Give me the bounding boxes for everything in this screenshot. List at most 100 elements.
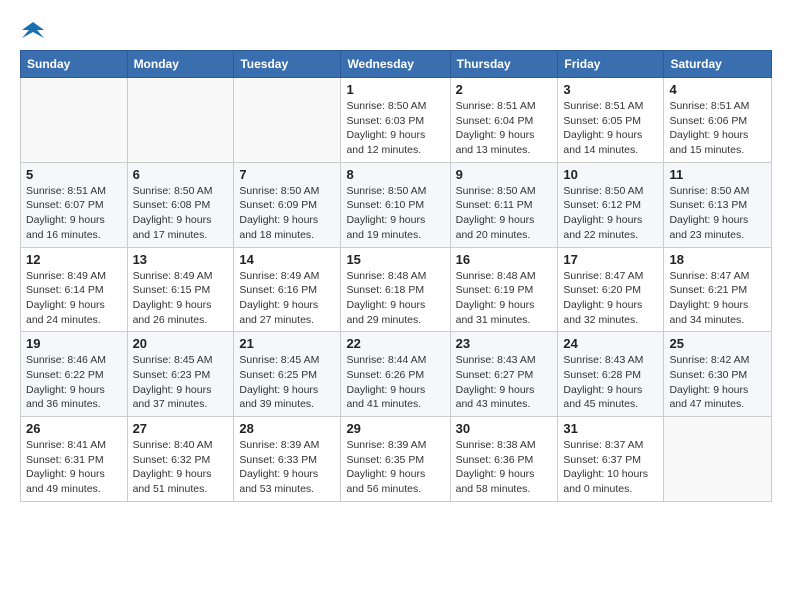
- day-number: 13: [133, 252, 229, 267]
- day-cell: 16 Sunrise: 8:48 AMSunset: 6:19 PMDayligh…: [450, 247, 558, 332]
- day-number: 27: [133, 421, 229, 436]
- day-detail: Sunrise: 8:50 AMSunset: 6:11 PMDaylight:…: [456, 184, 553, 243]
- weekday-header-wednesday: Wednesday: [341, 51, 450, 78]
- logo: [20, 20, 44, 42]
- weekday-header-friday: Friday: [558, 51, 664, 78]
- day-cell: 1 Sunrise: 8:50 AMSunset: 6:03 PMDaylight…: [341, 78, 450, 163]
- day-number: 6: [133, 167, 229, 182]
- day-number: 19: [26, 336, 122, 351]
- day-detail: Sunrise: 8:51 AMSunset: 6:07 PMDaylight:…: [26, 184, 122, 243]
- day-detail: Sunrise: 8:40 AMSunset: 6:32 PMDaylight:…: [133, 438, 229, 497]
- day-number: 24: [563, 336, 658, 351]
- day-cell: 3 Sunrise: 8:51 AMSunset: 6:05 PMDaylight…: [558, 78, 664, 163]
- day-number: 8: [346, 167, 444, 182]
- weekday-header-sunday: Sunday: [21, 51, 128, 78]
- day-detail: Sunrise: 8:50 AMSunset: 6:10 PMDaylight:…: [346, 184, 444, 243]
- day-cell: 29 Sunrise: 8:39 AMSunset: 6:35 PMDayligh…: [341, 417, 450, 502]
- day-cell: 22 Sunrise: 8:44 AMSunset: 6:26 PMDayligh…: [341, 332, 450, 417]
- day-number: 1: [346, 82, 444, 97]
- logo-text: [20, 20, 44, 42]
- day-detail: Sunrise: 8:50 AMSunset: 6:12 PMDaylight:…: [563, 184, 658, 243]
- weekday-header-row: SundayMondayTuesdayWednesdayThursdayFrid…: [21, 51, 772, 78]
- day-cell: 26 Sunrise: 8:41 AMSunset: 6:31 PMDayligh…: [21, 417, 128, 502]
- day-detail: Sunrise: 8:47 AMSunset: 6:21 PMDaylight:…: [669, 269, 766, 328]
- day-cell: 8 Sunrise: 8:50 AMSunset: 6:10 PMDaylight…: [341, 162, 450, 247]
- day-cell: 4 Sunrise: 8:51 AMSunset: 6:06 PMDaylight…: [664, 78, 772, 163]
- day-number: 3: [563, 82, 658, 97]
- day-number: 28: [239, 421, 335, 436]
- day-cell: 13Sunrise: 8:49 AMSunset: 6:15 PMDayligh…: [127, 247, 234, 332]
- day-number: 18: [669, 252, 766, 267]
- day-cell: 23 Sunrise: 8:43 AMSunset: 6:27 PMDayligh…: [450, 332, 558, 417]
- day-detail: Sunrise: 8:49 AMSunset: 6:14 PMDaylight:…: [26, 269, 122, 328]
- week-row-1: 1 Sunrise: 8:50 AMSunset: 6:03 PMDaylight…: [21, 78, 772, 163]
- day-detail: Sunrise: 8:39 AMSunset: 6:35 PMDaylight:…: [346, 438, 444, 497]
- day-cell: 2Sunrise: 8:51 AMSunset: 6:04 PMDaylight…: [450, 78, 558, 163]
- day-number: 15: [346, 252, 444, 267]
- day-number: 5: [26, 167, 122, 182]
- day-cell: 14Sunrise: 8:49 AMSunset: 6:16 PMDayligh…: [234, 247, 341, 332]
- day-cell: 18 Sunrise: 8:47 AMSunset: 6:21 PMDayligh…: [664, 247, 772, 332]
- week-row-3: 12 Sunrise: 8:49 AMSunset: 6:14 PMDayligh…: [21, 247, 772, 332]
- day-detail: Sunrise: 8:51 AMSunset: 6:06 PMDaylight:…: [669, 99, 766, 158]
- calendar: SundayMondayTuesdayWednesdayThursdayFrid…: [20, 50, 772, 502]
- day-number: 4: [669, 82, 766, 97]
- day-number: 14: [239, 252, 335, 267]
- day-number: 7: [239, 167, 335, 182]
- day-number: 29: [346, 421, 444, 436]
- day-detail: Sunrise: 8:50 AMSunset: 6:09 PMDaylight:…: [239, 184, 335, 243]
- day-detail: Sunrise: 8:45 AMSunset: 6:25 PMDaylight:…: [239, 353, 335, 412]
- day-detail: Sunrise: 8:39 AMSunset: 6:33 PMDaylight:…: [239, 438, 335, 497]
- week-row-5: 26 Sunrise: 8:41 AMSunset: 6:31 PMDayligh…: [21, 417, 772, 502]
- weekday-header-saturday: Saturday: [664, 51, 772, 78]
- day-detail: Sunrise: 8:50 AMSunset: 6:13 PMDaylight:…: [669, 184, 766, 243]
- day-cell: 9 Sunrise: 8:50 AMSunset: 6:11 PMDaylight…: [450, 162, 558, 247]
- day-number: 25: [669, 336, 766, 351]
- day-cell: 17Sunrise: 8:47 AMSunset: 6:20 PMDayligh…: [558, 247, 664, 332]
- day-cell: 11 Sunrise: 8:50 AMSunset: 6:13 PMDayligh…: [664, 162, 772, 247]
- day-cell: 6 Sunrise: 8:50 AMSunset: 6:08 PMDaylight…: [127, 162, 234, 247]
- day-detail: Sunrise: 8:51 AMSunset: 6:04 PMDaylight:…: [456, 99, 553, 158]
- day-number: 10: [563, 167, 658, 182]
- day-cell: 7 Sunrise: 8:50 AMSunset: 6:09 PMDaylight…: [234, 162, 341, 247]
- day-cell: 20Sunrise: 8:45 AMSunset: 6:23 PMDayligh…: [127, 332, 234, 417]
- day-detail: Sunrise: 8:50 AMSunset: 6:08 PMDaylight:…: [133, 184, 229, 243]
- day-cell: 12 Sunrise: 8:49 AMSunset: 6:14 PMDayligh…: [21, 247, 128, 332]
- week-row-4: 19Sunrise: 8:46 AMSunset: 6:22 PMDayligh…: [21, 332, 772, 417]
- day-detail: Sunrise: 8:41 AMSunset: 6:31 PMDaylight:…: [26, 438, 122, 497]
- day-detail: Sunrise: 8:38 AMSunset: 6:36 PMDaylight:…: [456, 438, 553, 497]
- day-cell: 15 Sunrise: 8:48 AMSunset: 6:18 PMDayligh…: [341, 247, 450, 332]
- day-cell: 10 Sunrise: 8:50 AMSunset: 6:12 PMDayligh…: [558, 162, 664, 247]
- day-number: 20: [133, 336, 229, 351]
- day-number: 12: [26, 252, 122, 267]
- day-detail: Sunrise: 8:44 AMSunset: 6:26 PMDaylight:…: [346, 353, 444, 412]
- day-cell: 24 Sunrise: 8:43 AMSunset: 6:28 PMDayligh…: [558, 332, 664, 417]
- day-detail: Sunrise: 8:48 AMSunset: 6:19 PMDaylight:…: [456, 269, 553, 328]
- weekday-header-tuesday: Tuesday: [234, 51, 341, 78]
- day-detail: Sunrise: 8:37 AMSunset: 6:37 PMDaylight:…: [563, 438, 658, 497]
- day-number: 21: [239, 336, 335, 351]
- day-detail: Sunrise: 8:43 AMSunset: 6:27 PMDaylight:…: [456, 353, 553, 412]
- day-cell: [664, 417, 772, 502]
- day-number: 16: [456, 252, 553, 267]
- day-detail: Sunrise: 8:43 AMSunset: 6:28 PMDaylight:…: [563, 353, 658, 412]
- day-number: 23: [456, 336, 553, 351]
- day-cell: [234, 78, 341, 163]
- page: SundayMondayTuesdayWednesdayThursdayFrid…: [0, 0, 792, 522]
- day-detail: Sunrise: 8:50 AMSunset: 6:03 PMDaylight:…: [346, 99, 444, 158]
- day-number: 11: [669, 167, 766, 182]
- day-number: 26: [26, 421, 122, 436]
- day-number: 22: [346, 336, 444, 351]
- header: [20, 16, 772, 42]
- day-cell: 27 Sunrise: 8:40 AMSunset: 6:32 PMDayligh…: [127, 417, 234, 502]
- day-cell: 28 Sunrise: 8:39 AMSunset: 6:33 PMDayligh…: [234, 417, 341, 502]
- day-detail: Sunrise: 8:42 AMSunset: 6:30 PMDaylight:…: [669, 353, 766, 412]
- day-detail: Sunrise: 8:51 AMSunset: 6:05 PMDaylight:…: [563, 99, 658, 158]
- day-detail: Sunrise: 8:48 AMSunset: 6:18 PMDaylight:…: [346, 269, 444, 328]
- logo-bird-icon: [22, 20, 44, 42]
- day-cell: 19Sunrise: 8:46 AMSunset: 6:22 PMDayligh…: [21, 332, 128, 417]
- day-cell: [21, 78, 128, 163]
- day-number: 9: [456, 167, 553, 182]
- day-cell: 30 Sunrise: 8:38 AMSunset: 6:36 PMDayligh…: [450, 417, 558, 502]
- day-number: 30: [456, 421, 553, 436]
